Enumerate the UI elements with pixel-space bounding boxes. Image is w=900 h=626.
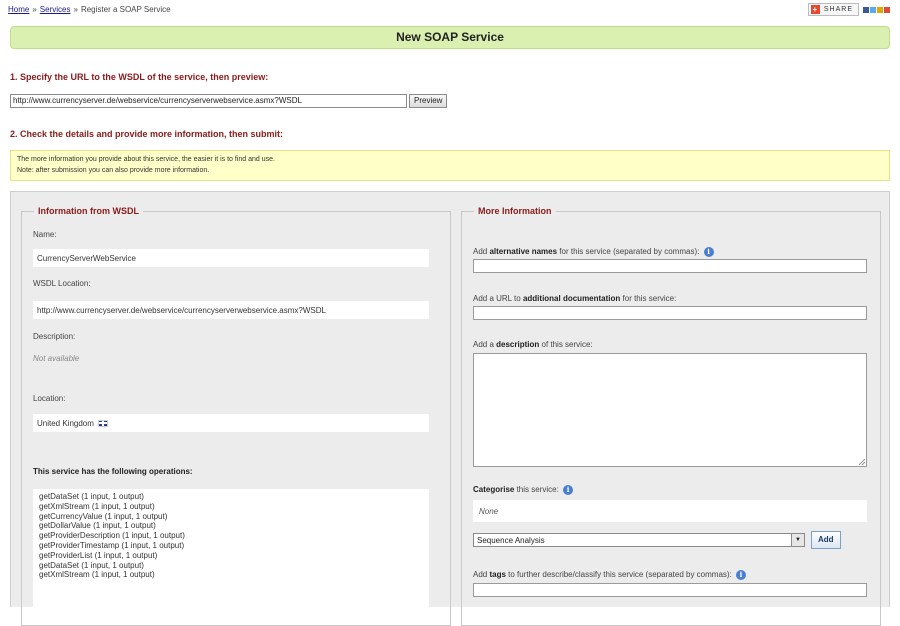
social-icon	[870, 6, 876, 13]
operations-list: getDataSet (1 input, 1 output) getXmlStr…	[33, 489, 429, 608]
info-icon[interactable]: i	[563, 485, 574, 495]
social-icons[interactable]	[863, 6, 890, 13]
operation-item: getXmlStream (1 input, 1 output)	[39, 570, 155, 580]
operation-item: getCurrencyValue (1 input, 1 output)	[39, 511, 168, 521]
social-icon	[884, 6, 890, 13]
description-input-label: Add a description of this service:	[473, 340, 593, 349]
alt-names-input[interactable]	[473, 259, 867, 273]
alt-names-label: Add alternative names for this service (…	[473, 247, 714, 257]
breadcrumb-separator: »	[32, 5, 37, 14]
share-button[interactable]: + SHARE	[807, 3, 859, 16]
social-icon	[877, 6, 883, 13]
step2-heading: 2. Check the details and provide more in…	[10, 129, 284, 139]
operation-item: getProviderList (1 input, 1 output)	[39, 550, 158, 560]
tags-input[interactable]	[473, 583, 867, 597]
notice-line: Note: after submission you can also prov…	[17, 167, 210, 174]
add-category-button[interactable]: Add	[811, 531, 841, 549]
uk-flag-icon	[97, 419, 108, 427]
wsdl-info-legend: Information from WSDL	[38, 206, 139, 216]
operation-item: getDataSet (1 input, 1 output)	[39, 492, 144, 501]
wsdl-url-row: http://www.currencyserver.de/webservice/…	[10, 94, 448, 108]
info-icon[interactable]: i	[703, 247, 714, 257]
category-select-value: Sequence Analysis	[477, 535, 545, 545]
operation-item: getDollarValue (1 input, 1 output)	[39, 521, 156, 531]
operation-item: getProviderTimestamp (1 input, 1 output)	[39, 540, 185, 550]
share-plus-icon: +	[810, 5, 820, 14]
info-icon[interactable]: i	[736, 570, 747, 580]
description-value: Not available	[33, 354, 80, 363]
categorise-label: Categorise this service: i	[473, 485, 574, 495]
step1-heading: 1. Specify the URL to the WSDL of the se…	[10, 72, 269, 82]
breadcrumb-home-link[interactable]: Home	[8, 5, 29, 14]
doc-url-label: Add a URL to additional documentation fo…	[473, 294, 677, 303]
doc-url-input[interactable]	[473, 306, 867, 320]
breadcrumb-services-link[interactable]: Services	[40, 5, 71, 14]
category-select[interactable]: Sequence Analysis ▼	[473, 533, 805, 547]
more-info-legend: More Information	[478, 206, 552, 216]
location-label: Location:	[33, 394, 66, 403]
operation-item: getXmlStream (1 input, 1 output)	[39, 501, 155, 511]
operations-title: This service has the following operation…	[33, 467, 193, 476]
chevron-down-icon[interactable]: ▼	[791, 534, 804, 546]
location-text: United Kingdom	[37, 418, 94, 428]
wsdl-location-label: WSDL Location:	[33, 279, 91, 288]
breadcrumb: Home» Services» Register a SOAP Service	[8, 5, 171, 14]
share-widget: + SHARE	[807, 3, 890, 16]
info-notice: The more information you provide about t…	[10, 150, 890, 181]
notice-line: The more information you provide about t…	[17, 156, 275, 163]
wsdl-url-input[interactable]: http://www.currencyserver.de/webservice/…	[10, 94, 407, 108]
name-value: CurrencyServerWebService	[33, 249, 429, 267]
name-label: Name:	[33, 230, 57, 239]
resize-grip-icon[interactable]	[859, 459, 865, 465]
operation-item: getProviderDescription (1 input, 1 outpu…	[39, 531, 185, 541]
preview-button[interactable]: Preview	[409, 94, 448, 108]
category-none: None	[473, 500, 867, 522]
share-label: SHARE	[823, 6, 853, 13]
location-value: United Kingdom	[33, 414, 429, 432]
operation-item: getDataSet (1 input, 1 output)	[39, 560, 144, 570]
description-textarea[interactable]	[473, 353, 867, 467]
breadcrumb-separator: »	[73, 5, 78, 14]
description-label: Description:	[33, 332, 76, 341]
tags-label: Add tags to further describe/classify th…	[473, 570, 747, 580]
wsdl-location-value: http://www.currencyserver.de/webservice/…	[33, 301, 429, 319]
details-panel: Information from WSDL Name: CurrencyServ…	[10, 191, 890, 626]
breadcrumb-current: Register a SOAP Service	[80, 5, 171, 14]
social-icon	[863, 6, 869, 13]
page-title: New SOAP Service	[10, 26, 890, 49]
